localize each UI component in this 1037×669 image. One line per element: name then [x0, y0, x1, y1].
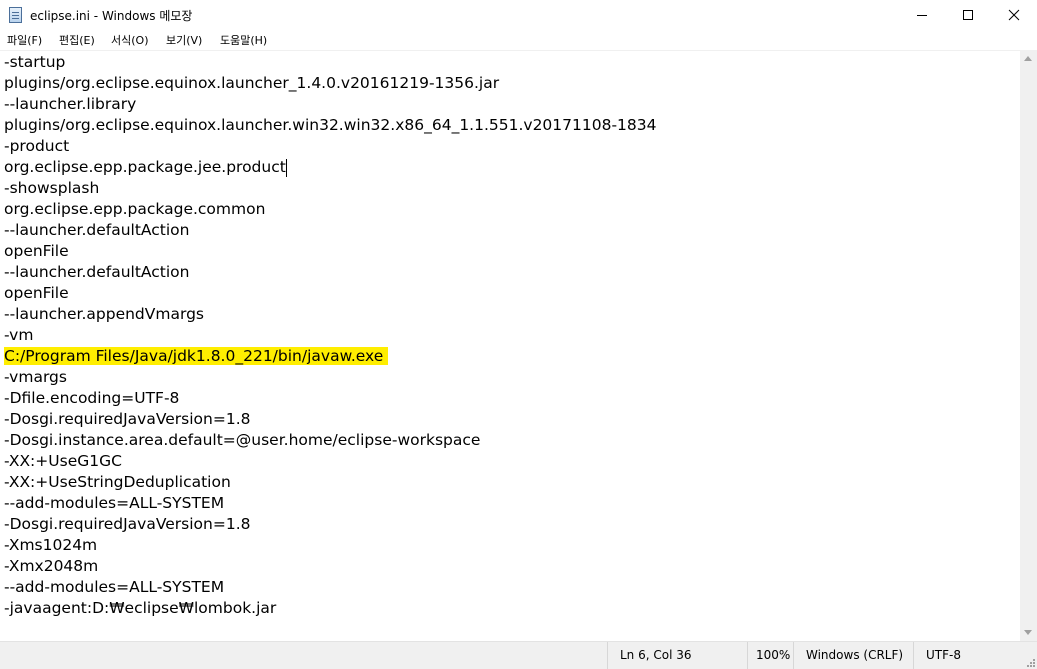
editor-line: -javaagent:D:₩eclipse₩lombok.jar: [4, 598, 662, 619]
menu-format[interactable]: 서식(O): [111, 32, 148, 48]
editor-line: -showsplash: [4, 178, 662, 199]
menu-view[interactable]: 보기(V): [166, 32, 202, 48]
text-caret: [285, 158, 287, 177]
line-text: --add-modules=ALL-SYSTEM: [4, 494, 225, 512]
close-icon: [1008, 9, 1020, 21]
editor-line: --launcher.appendVmargs: [4, 304, 662, 325]
editor-line: -vm: [4, 325, 662, 346]
line-text: -Dosgi.requiredJavaVersion=1.8: [4, 410, 251, 428]
editor-line: openFile: [4, 283, 662, 304]
line-text: openFile: [4, 242, 69, 260]
line-text: -XX:+UseStringDeduplication: [4, 473, 231, 491]
resize-grip-icon[interactable]: [1025, 657, 1035, 667]
line-text: -Dosgi.instance.area.default=@user.home/…: [4, 431, 481, 449]
editor-line: -Xmx2048m: [4, 556, 662, 577]
close-button[interactable]: [991, 0, 1037, 30]
line-ending: Windows (CRLF): [793, 642, 913, 669]
editor-line: -Dfile.encoding=UTF-8: [4, 388, 662, 409]
editor-line: --launcher.defaultAction: [4, 262, 662, 283]
editor-line: plugins/org.eclipse.equinox.launcher.win…: [4, 115, 662, 136]
menu-bar: 파일(F) 편집(E) 서식(O) 보기(V) 도움말(H): [0, 30, 1037, 49]
scroll-down-icon[interactable]: [1024, 630, 1032, 635]
cursor-position: Ln 6, Col 36: [607, 642, 747, 669]
line-text: org.eclipse.epp.package.common: [4, 200, 266, 218]
menu-edit[interactable]: 편집(E): [59, 32, 95, 48]
minimize-button[interactable]: [899, 0, 945, 30]
line-text: org.eclipse.epp.package.jee.product: [4, 158, 286, 176]
encoding: UTF-8: [913, 642, 1020, 669]
editor-line: --launcher.defaultAction: [4, 220, 662, 241]
line-text: -Dosgi.requiredJavaVersion=1.8: [4, 515, 251, 533]
editor-line: org.eclipse.epp.package.jee.product: [4, 157, 662, 178]
editor-line: openFile: [4, 241, 662, 262]
window-title: eclipse.ini - Windows 메모장: [30, 9, 193, 23]
vertical-scrollbar[interactable]: [1020, 50, 1037, 641]
line-text: --launcher.defaultAction: [4, 263, 190, 281]
editor-line: -XX:+UseG1GC: [4, 451, 662, 472]
editor-line: -startup: [4, 52, 662, 73]
text-editor[interactable]: -startup plugins/org.eclipse.equinox.laun…: [0, 50, 1020, 642]
line-text: plugins/org.eclipse.equinox.launcher.win…: [4, 116, 657, 134]
menu-file[interactable]: 파일(F): [7, 32, 42, 48]
line-text: -javaagent:D:₩eclipse₩lombok.jar: [4, 599, 277, 617]
editor-line: -product: [4, 136, 662, 157]
line-text: --add-modules=ALL-SYSTEM: [4, 578, 225, 596]
line-text: --launcher.defaultAction: [4, 221, 190, 239]
line-text: -Xms1024m: [4, 536, 98, 554]
line-text: -Xmx2048m: [4, 557, 99, 575]
editor-line: --launcher.library: [4, 94, 662, 115]
editor-line: -Xms1024m: [4, 535, 662, 556]
scroll-up-icon[interactable]: [1024, 56, 1032, 61]
status-bar: Ln 6, Col 36 100% Windows (CRLF) UTF-8: [0, 641, 1037, 669]
minimize-icon: [917, 15, 927, 16]
zoom-level: 100%: [747, 642, 793, 669]
editor-line: -Dosgi.instance.area.default=@user.home/…: [4, 430, 662, 451]
line-text: -XX:+UseG1GC: [4, 452, 122, 470]
menu-help[interactable]: 도움말(H): [220, 32, 267, 48]
editor-line: plugins/org.eclipse.equinox.launcher_1.4…: [4, 73, 662, 94]
maximize-icon: [963, 10, 973, 20]
title-bar[interactable]: eclipse.ini - Windows 메모장: [0, 0, 1037, 30]
line-text: -startup: [4, 53, 66, 71]
editor-line: -vmargs: [4, 367, 662, 388]
line-text: -vmargs: [4, 368, 67, 386]
line-text: -showsplash: [4, 179, 100, 197]
line-text: --launcher.appendVmargs: [4, 305, 204, 323]
editor-line: -Dosgi.requiredJavaVersion=1.8: [4, 514, 662, 535]
editor-line: -Dosgi.requiredJavaVersion=1.8: [4, 409, 662, 430]
notepad-icon: [9, 7, 22, 23]
line-text: -product: [4, 137, 70, 155]
editor-line: --add-modules=ALL-SYSTEM: [4, 493, 662, 514]
editor-line: org.eclipse.epp.package.common: [4, 199, 662, 220]
highlighted-line: C:/Program Files/Java/jdk1.8.0_221/bin/j…: [4, 346, 662, 367]
editor-line: -XX:+UseStringDeduplication: [4, 472, 662, 493]
line-text: --launcher.library: [4, 95, 137, 113]
editor-line: --add-modules=ALL-SYSTEM: [4, 577, 662, 598]
line-text: plugins/org.eclipse.equinox.launcher_1.4…: [4, 74, 500, 92]
editor-lines: -startup plugins/org.eclipse.equinox.laun…: [4, 52, 662, 619]
maximize-button[interactable]: [945, 0, 991, 30]
line-text: -vm: [4, 326, 34, 344]
line-text: -Dfile.encoding=UTF-8: [4, 389, 180, 407]
line-text: openFile: [4, 284, 69, 302]
line-text: C:/Program Files/Java/jdk1.8.0_221/bin/j…: [4, 347, 389, 365]
